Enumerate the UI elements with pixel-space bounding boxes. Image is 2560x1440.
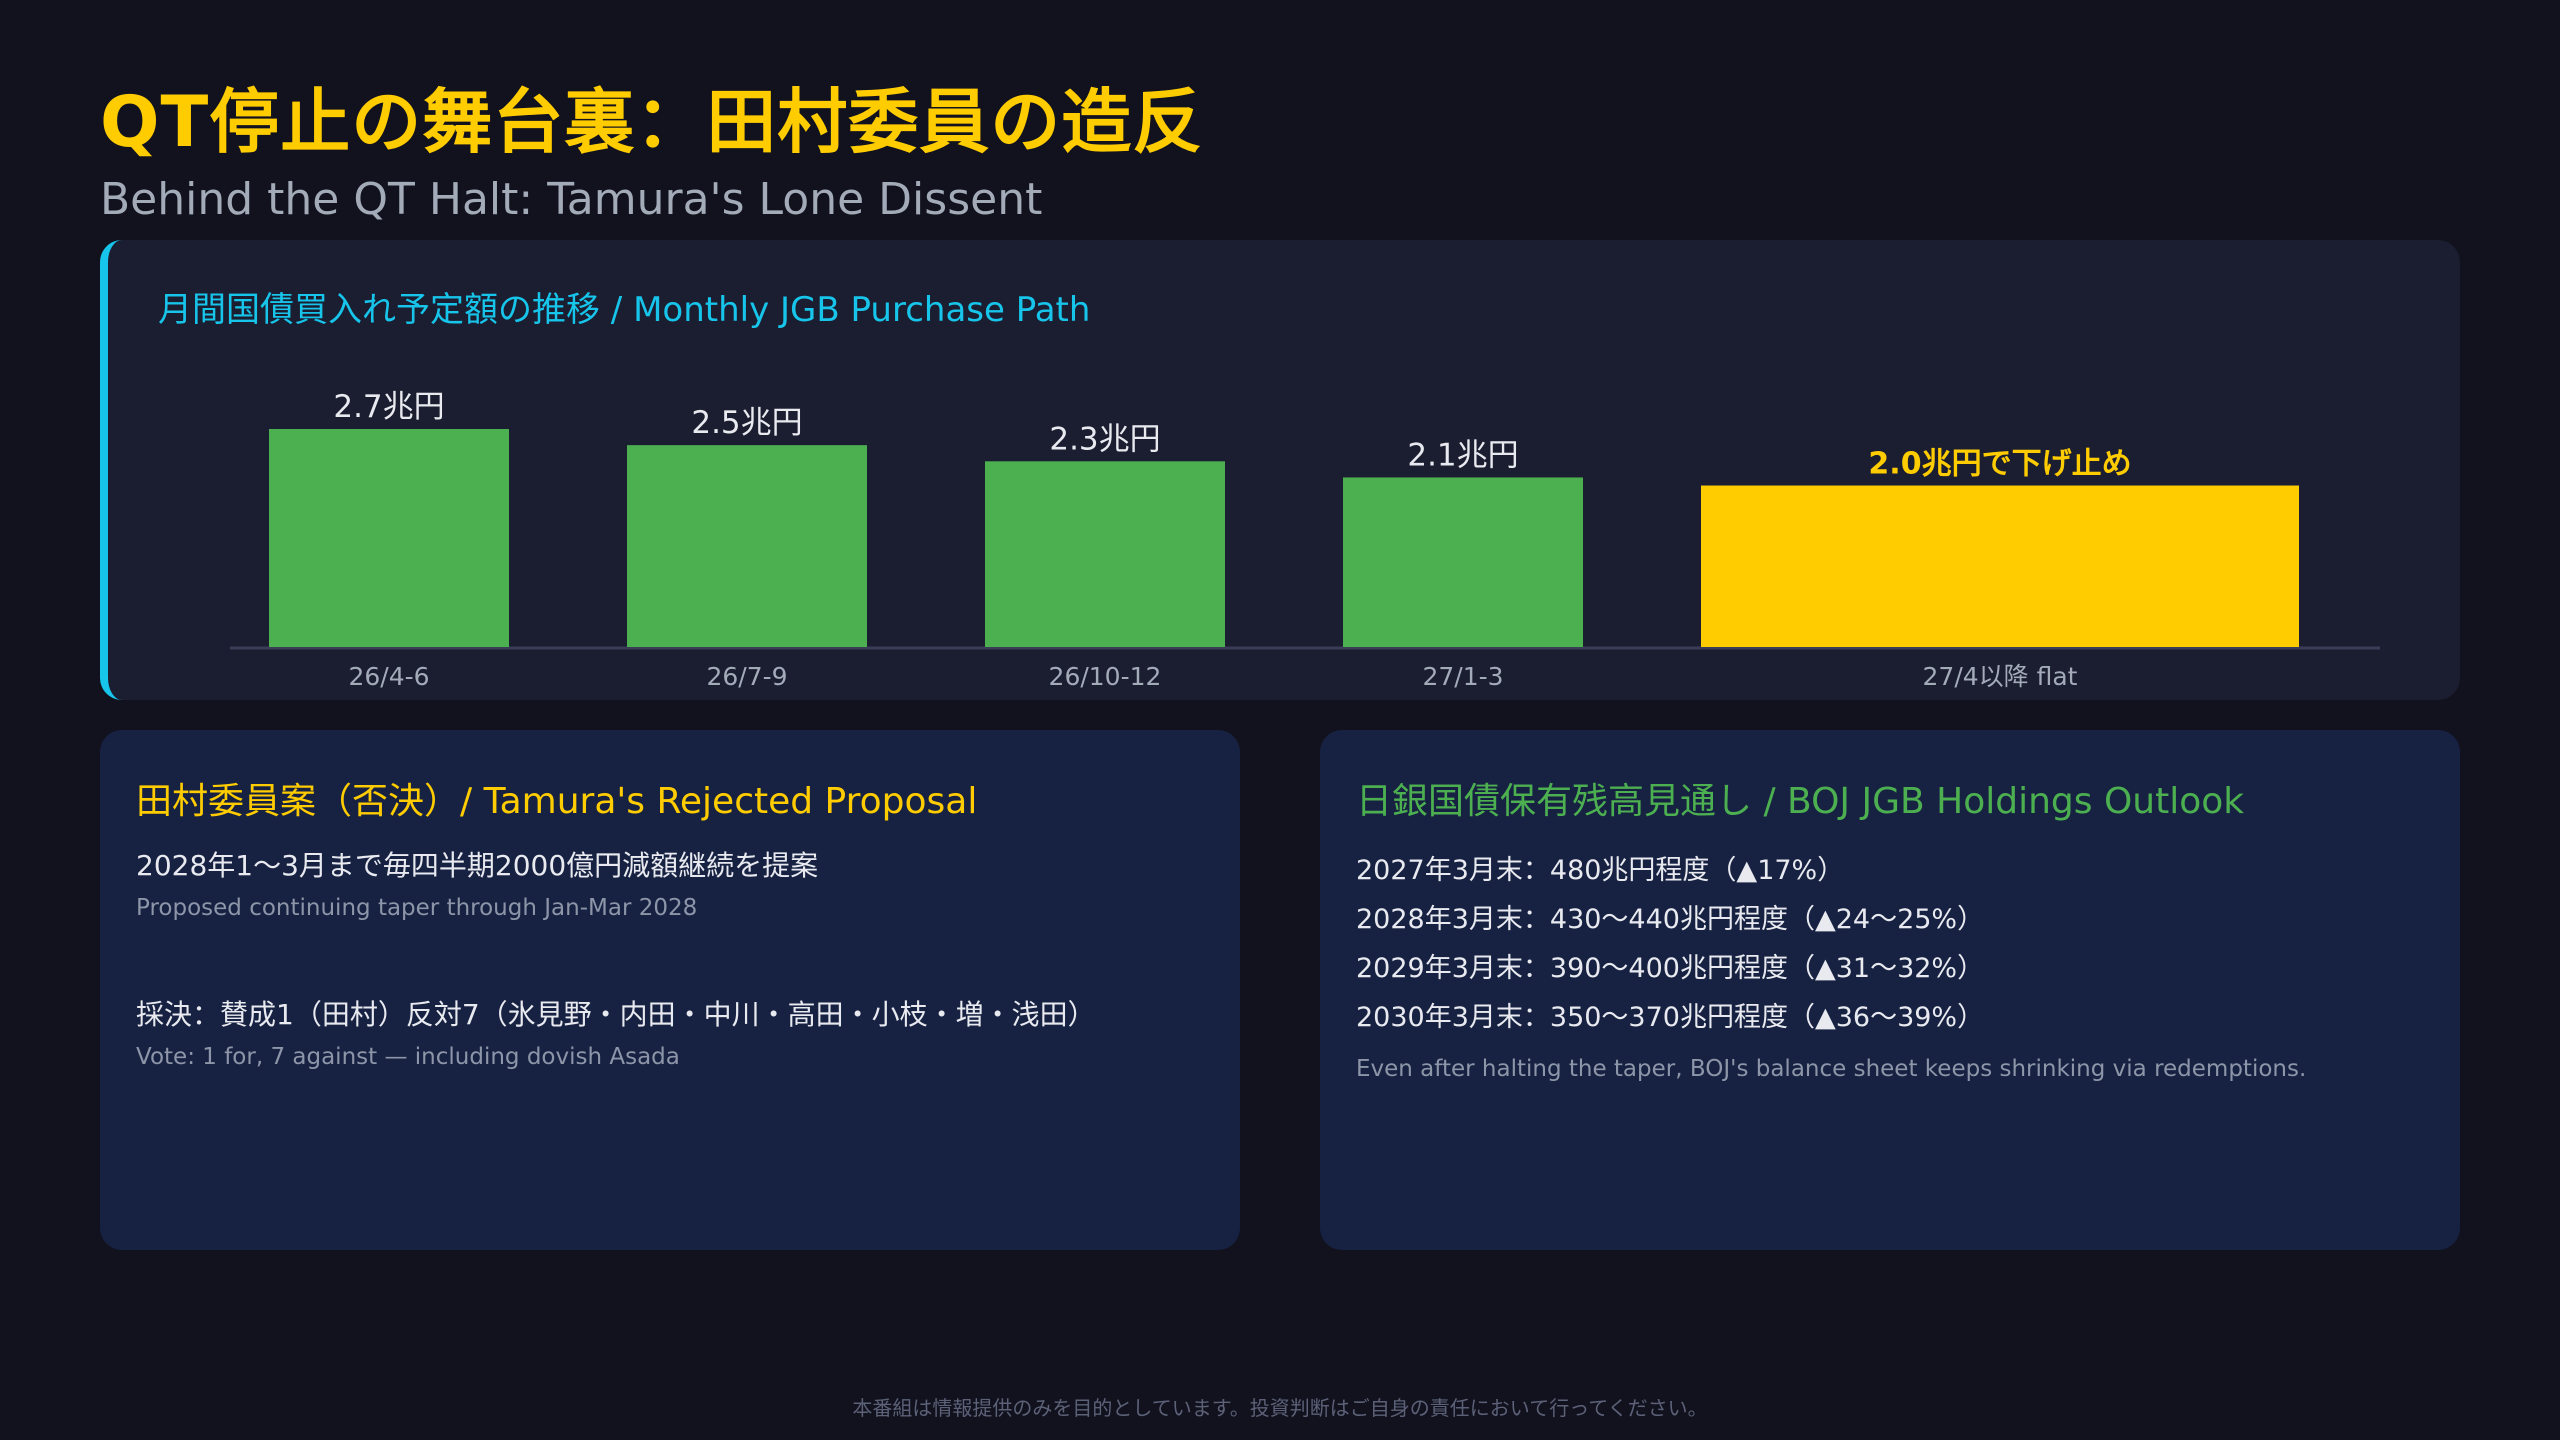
outlook-line-2030: 2030年3月末：350〜370兆円程度（▲36〜39%） bbox=[1356, 1002, 1985, 1033]
bar-2 bbox=[627, 445, 867, 647]
bar-5 bbox=[1701, 485, 2299, 647]
x-tick-label-4: 27/1-3 bbox=[1422, 662, 1503, 691]
bar-3-value-label: 2.3兆円 bbox=[1049, 421, 1160, 457]
purchase-bar-chart: 2.7兆円 26/4-6 2.5兆円 26/7-9 2.3兆円 26/10-12 2.1兆円… bbox=[230, 389, 2380, 691]
proposal-jp: 2028年1〜3月まで毎四半期2000億円減額継続を提案 bbox=[136, 849, 819, 882]
bar-4 bbox=[1343, 477, 1583, 647]
outlook-line-2028: 2028年3月末：430〜440兆円程度（▲24〜25%） bbox=[1356, 904, 1985, 935]
x-tick-label-5: 27/4以降 flat bbox=[1923, 662, 2078, 691]
bar-4-value-label: 2.1兆円 bbox=[1407, 437, 1518, 473]
bar-3 bbox=[985, 461, 1225, 647]
page-subtitle: Behind the QT Halt: Tamura's Lone Dissen… bbox=[100, 174, 1043, 225]
proposal-en: Proposed continuing taper through Jan-Ma… bbox=[136, 895, 698, 922]
tamura-proposal-title: 田村委員案（否決）/ Tamura's Rejected Proposal bbox=[136, 781, 978, 822]
chart-panel: 月間国債買入れ予定額の推移 / Monthly JGB Purchase Pat… bbox=[100, 240, 2460, 700]
x-tick-label-3: 26/10-12 bbox=[1049, 662, 1162, 691]
vote-en: Vote: 1 for, 7 against — including dovis… bbox=[136, 1044, 680, 1071]
page: QT停止の舞台裏：田村委員の造反 Behind the QT Halt: Tam… bbox=[0, 0, 2560, 1440]
bar-5-value-label: 2.0兆円で下げ止め bbox=[1868, 447, 2131, 482]
vote-jp: 採決：賛成1（田村）反対7（氷見野・内田・中川・高田・小枝・増・浅田） bbox=[136, 998, 1096, 1032]
x-tick-label-1: 26/4-6 bbox=[348, 662, 429, 691]
bar-1-value-label: 2.7兆円 bbox=[333, 389, 444, 425]
x-tick-label-2: 26/7-9 bbox=[706, 662, 787, 691]
bar-2-value-label: 2.5兆円 bbox=[691, 405, 802, 441]
bar-1 bbox=[269, 429, 509, 647]
disclaimer-footer: 本番組は情報提供のみを目的としています。投資判断はご自身の責任において行ってくだ… bbox=[852, 1396, 1708, 1420]
holdings-outlook-card: 日銀国債保有残高見通し / BOJ JGB Holdings Outlook 2… bbox=[1320, 730, 2460, 1250]
outlook-note: Even after halting the taper, BOJ's bala… bbox=[1356, 1056, 2307, 1082]
holdings-outlook-title: 日銀国債保有残高見通し / BOJ JGB Holdings Outlook bbox=[1356, 781, 2245, 822]
outlook-line-2029: 2029年3月末：390〜400兆円程度（▲31〜32%） bbox=[1356, 953, 1985, 984]
tamura-proposal-card: 田村委員案（否決）/ Tamura's Rejected Proposal 20… bbox=[100, 730, 1240, 1250]
page-title: QT停止の舞台裏：田村委員の造反 bbox=[100, 81, 1204, 163]
outlook-line-2027: 2027年3月末：480兆円程度（▲17%） bbox=[1356, 855, 1845, 886]
